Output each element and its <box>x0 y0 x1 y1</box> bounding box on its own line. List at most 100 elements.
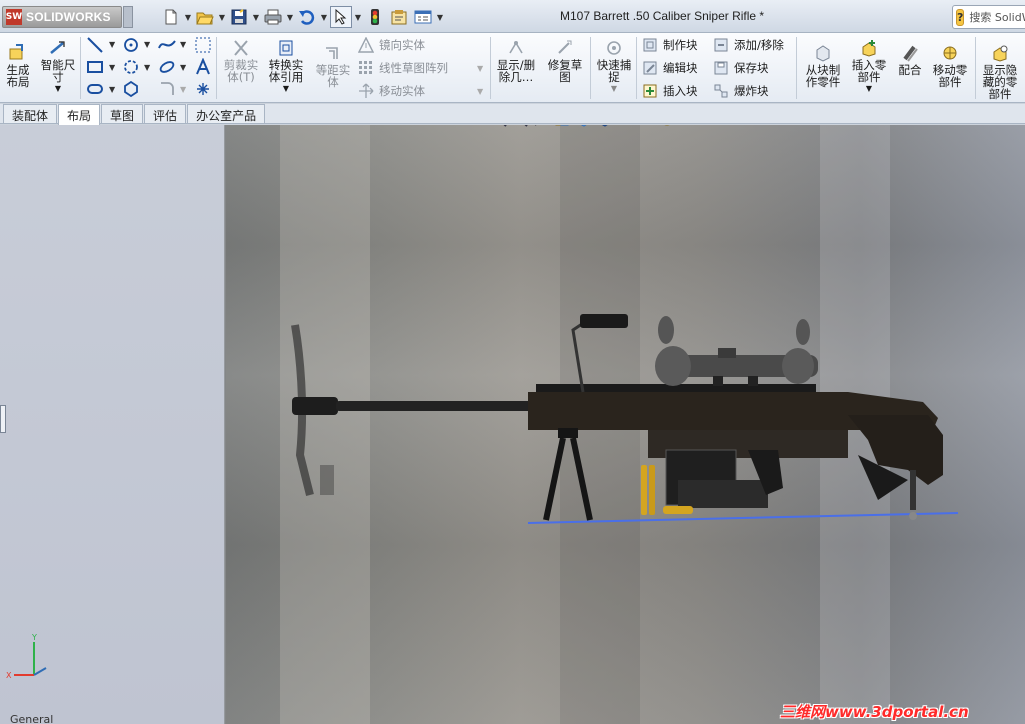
offset-icon <box>322 43 344 63</box>
tab-sketch[interactable]: 草图 <box>101 104 144 123</box>
make-part-from-block-button[interactable]: 从块制作零件 <box>801 43 845 88</box>
make-block-label: 制作块 <box>663 38 698 52</box>
insert-block-button[interactable]: 插入块 <box>641 83 698 99</box>
line-icon[interactable] <box>84 35 106 55</box>
apply-scene-icon[interactable] <box>658 125 676 128</box>
add-remove-button[interactable]: 添加/移除 <box>712 37 784 53</box>
smart-dimension-button[interactable]: 智能尺寸 ▼ <box>38 38 78 95</box>
undo-icon[interactable] <box>296 6 318 28</box>
move-component-button[interactable]: 移动零部件 <box>930 43 970 88</box>
panel-resize-handle[interactable] <box>0 405 6 433</box>
previous-view-icon[interactable] <box>532 125 550 128</box>
save-block-icon <box>712 60 730 76</box>
sketch-grid-icon[interactable] <box>192 35 214 55</box>
save-icon[interactable] <box>228 6 250 28</box>
quick-snaps-dropdown[interactable]: ▼ <box>611 83 617 95</box>
add-remove-label: 添加/移除 <box>734 38 784 52</box>
print-dropdown-arrow[interactable]: ▼ <box>286 13 294 22</box>
insert-part-icon <box>858 38 880 58</box>
print-icon[interactable] <box>262 6 284 28</box>
rebuild-icon[interactable] <box>364 6 386 28</box>
text-icon[interactable] <box>192 57 214 77</box>
show-hidden-components-button[interactable]: 显示隐藏的零部件 <box>978 43 1022 100</box>
polygon-icon[interactable] <box>120 79 142 99</box>
carry-handle <box>571 318 589 393</box>
bipod-legs <box>543 437 593 521</box>
show-delete-relations-button[interactable]: 显示/删除几… <box>493 38 539 83</box>
repair-sketch-button[interactable]: 修复草图 <box>543 38 587 83</box>
command-manager: 生成布局 智能尺寸 ▼ ▼ ▼ ▼ ▼ ▼ ▼ ▼ ▼ 剪裁实体(T) 转换实体… <box>0 33 1025 103</box>
circle-icon[interactable] <box>120 35 142 55</box>
mate-label: 配合 <box>898 63 922 77</box>
mirror-entities-label: 镜向实体 <box>379 38 425 52</box>
circle-dropdown[interactable]: ▼ <box>144 40 150 49</box>
options-dropdown-arrow[interactable]: ▼ <box>436 13 444 22</box>
view-orientation-icon[interactable] <box>574 125 592 128</box>
ellipse-dropdown[interactable]: ▼ <box>180 63 186 72</box>
smart-dimension-dropdown[interactable]: ▼ <box>55 83 61 95</box>
tab-office-products[interactable]: 办公室产品 <box>187 104 266 123</box>
zoom-to-fit-icon[interactable] <box>490 125 508 128</box>
scope-cap-rear <box>658 316 674 344</box>
relations-icon <box>505 38 527 58</box>
line-dropdown[interactable]: ▼ <box>109 40 115 49</box>
undo-dropdown-arrow[interactable]: ▼ <box>320 13 328 22</box>
command-manager-tabs: 装配体 布局 草图 评估 办公室产品 <box>0 104 1025 125</box>
generate-layout-button[interactable]: 生成布局 <box>3 43 33 88</box>
save-dropdown-arrow[interactable]: ▼ <box>252 13 260 22</box>
generate-layout-icon <box>7 43 29 63</box>
open-icon[interactable] <box>194 6 216 28</box>
menu-expand-arrow[interactable] <box>123 6 133 28</box>
view-settings-icon[interactable] <box>679 125 697 128</box>
point-icon[interactable] <box>192 79 214 99</box>
edit-block-button[interactable]: 编辑块 <box>641 60 698 76</box>
ellipse-icon[interactable] <box>156 57 178 77</box>
options-icon[interactable] <box>412 6 434 28</box>
convert-entities-dropdown[interactable]: ▼ <box>283 83 289 95</box>
save-block-button[interactable]: 保存块 <box>712 60 769 76</box>
linear-pattern-button: 线性草图阵列 <box>357 60 448 76</box>
slot-dropdown[interactable]: ▼ <box>109 85 115 94</box>
rifle-model[interactable] <box>288 310 968 530</box>
zoom-to-area-icon[interactable] <box>511 125 529 128</box>
graphics-area[interactable]: Y X General 三维网www.3dportal.cn <box>0 125 1025 724</box>
make-part-from-block-label: 从块制作零件 <box>805 63 841 89</box>
rectangle-dropdown[interactable]: ▼ <box>109 63 115 72</box>
explode-block-label: 爆炸块 <box>734 84 769 98</box>
scope-turret <box>718 348 736 358</box>
ribbon-separator <box>796 37 797 99</box>
insert-part-button[interactable]: 插入零部件 ▼ <box>849 38 889 95</box>
tab-layout[interactable]: 布局 <box>58 104 101 125</box>
open-dropdown-arrow[interactable]: ▼ <box>218 13 226 22</box>
quick-snaps-button[interactable]: 快速捕捉 ▼ <box>594 38 634 95</box>
new-dropdown-arrow[interactable]: ▼ <box>184 13 192 22</box>
new-document-icon[interactable] <box>160 6 182 28</box>
section-view-icon[interactable] <box>553 125 571 128</box>
select-dropdown-arrow[interactable]: ▼ <box>354 13 362 22</box>
arc-icon[interactable] <box>120 57 142 77</box>
spline-icon[interactable] <box>156 35 178 55</box>
spline-dropdown[interactable]: ▼ <box>180 40 186 49</box>
linear-pattern-icon <box>357 60 375 76</box>
rectangle-icon[interactable] <box>84 57 106 77</box>
insert-part-dropdown[interactable]: ▼ <box>866 83 872 95</box>
make-block-button[interactable]: 制作块 <box>641 37 698 53</box>
file-properties-icon[interactable] <box>388 6 410 28</box>
help-search-box[interactable]: ? 搜索 SolidWorks 帮助 <box>952 5 1025 29</box>
move-component-label: 移动零部件 <box>932 63 968 89</box>
edit-appearance-icon[interactable] <box>637 125 655 128</box>
slot-icon[interactable] <box>84 79 106 99</box>
hide-show-items-icon[interactable] <box>616 125 634 128</box>
explode-block-button[interactable]: 爆炸块 <box>712 83 769 99</box>
display-style-icon[interactable] <box>595 125 613 128</box>
triad-x-label: X <box>6 671 12 680</box>
select-icon[interactable] <box>330 6 352 28</box>
arc-dropdown[interactable]: ▼ <box>144 63 150 72</box>
convert-entities-button[interactable]: 转换实体引用 ▼ <box>265 38 307 95</box>
tab-assembly[interactable]: 装配体 <box>3 104 58 123</box>
mate-button[interactable]: 配合 <box>894 43 926 76</box>
scope-mount-rear <box>748 376 758 386</box>
solidworks-menu-button[interactable]: SW SOLIDWORKS <box>2 6 122 28</box>
tab-evaluate[interactable]: 评估 <box>144 104 187 123</box>
mate-icon <box>899 43 921 63</box>
